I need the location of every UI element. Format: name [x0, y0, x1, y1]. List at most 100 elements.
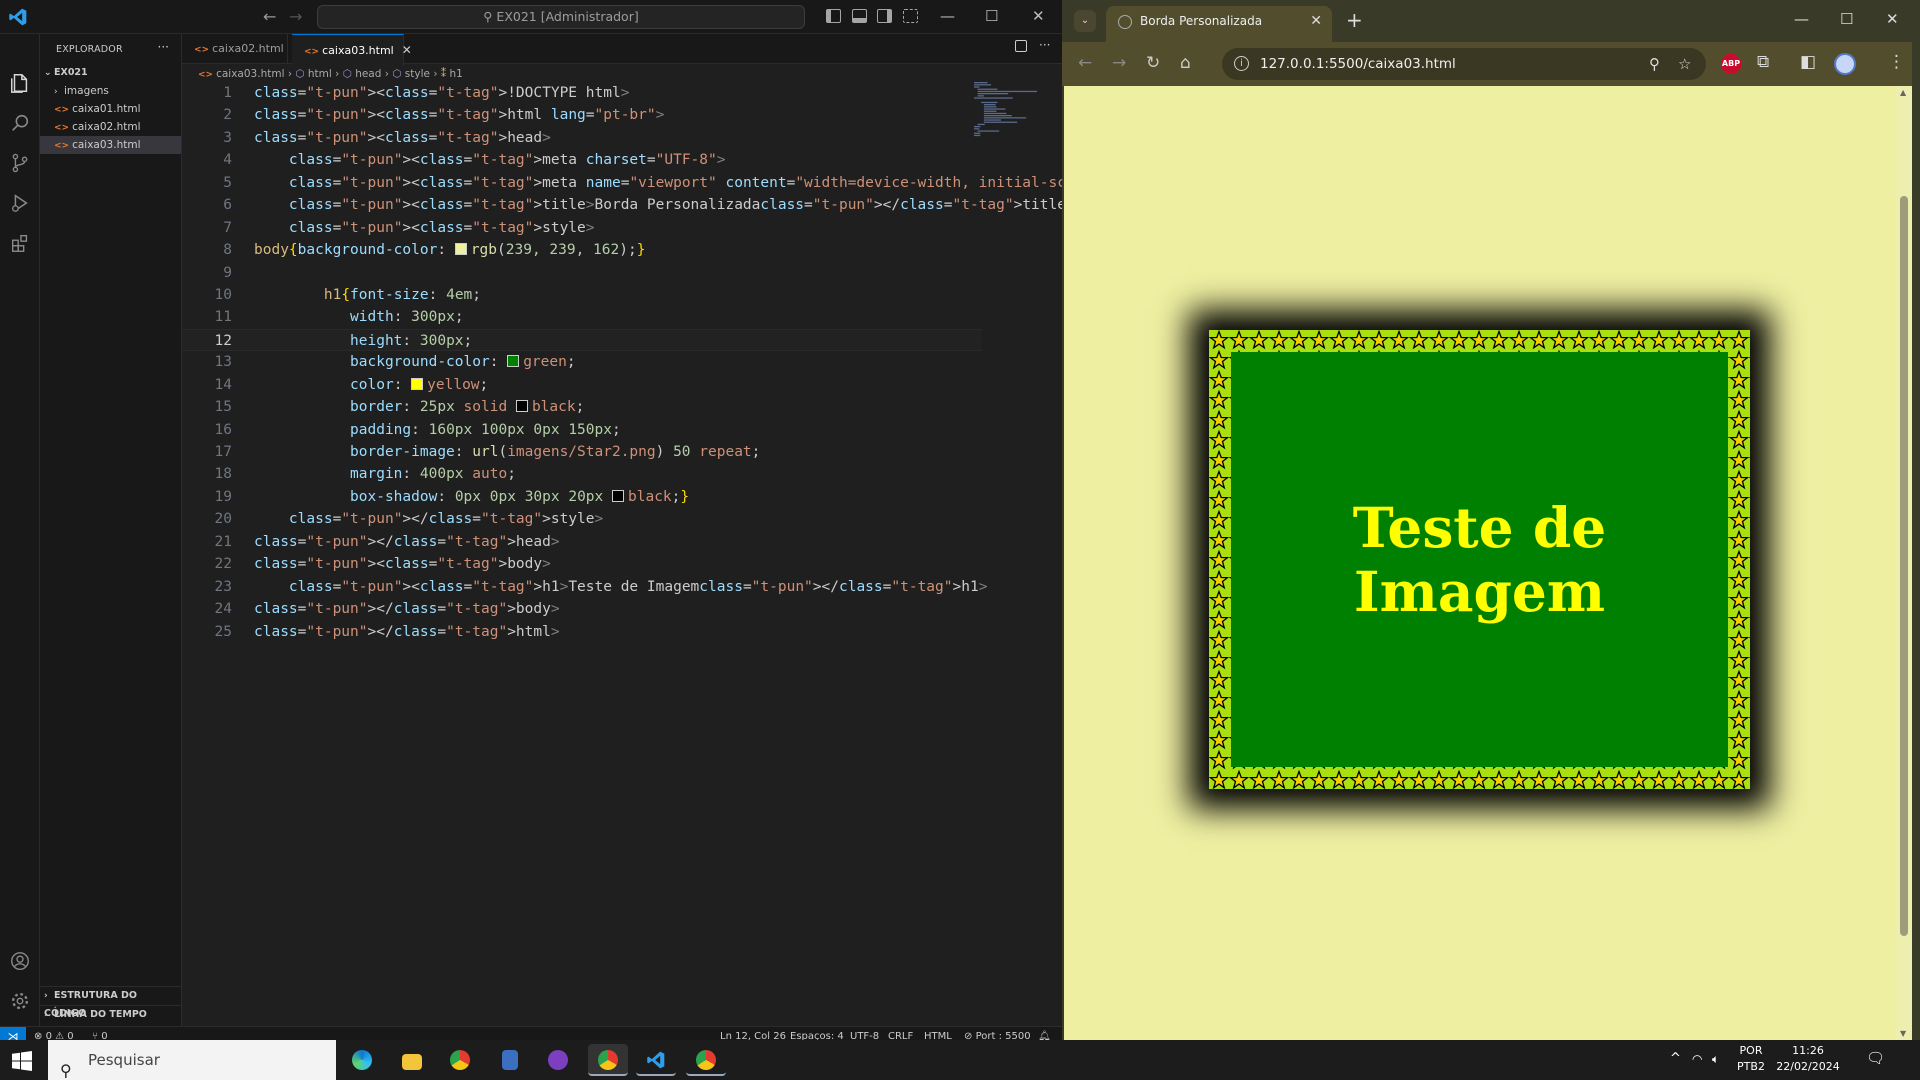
- breadcrumb-item[interactable]: head: [355, 68, 381, 80]
- language-indicator[interactable]: POR PTB2: [1736, 1044, 1766, 1074]
- account-icon[interactable]: [9, 950, 31, 972]
- code-line[interactable]: 15 border: 25px solid black;: [182, 396, 982, 418]
- toggle-secondary-sidebar-icon[interactable]: [877, 9, 892, 23]
- more-actions-icon[interactable]: ···: [158, 40, 169, 54]
- back-arrow-icon[interactable]: ←: [1078, 53, 1092, 73]
- code-line[interactable]: 21 class="t-pun"></class="t-tag">head>: [182, 531, 982, 553]
- customize-layout-icon[interactable]: [903, 9, 918, 23]
- adblock-plus-icon[interactable]: ABP: [1721, 54, 1741, 74]
- new-tab-button[interactable]: +: [1346, 8, 1363, 32]
- code-line[interactable]: 19 box-shadow: 0px 0px 30px 20px black;}: [182, 486, 982, 508]
- split-editor-icon[interactable]: [1015, 40, 1027, 52]
- code-line[interactable]: 11 width: 300px;: [182, 306, 982, 328]
- maximize-icon[interactable]: ☐: [1840, 10, 1853, 28]
- edge-app-icon[interactable]: [342, 1044, 382, 1076]
- volume-icon[interactable]: 🔈︎: [1712, 1052, 1719, 1066]
- chrome-app-icon[interactable]: [440, 1044, 480, 1076]
- scroll-up-icon[interactable]: ▲: [1900, 88, 1906, 97]
- windows-start-icon[interactable]: [12, 1051, 32, 1071]
- code-line[interactable]: 12 height: 300px;: [182, 328, 982, 352]
- file-explorer-app-icon[interactable]: [392, 1044, 432, 1076]
- outline-section[interactable]: › ESTRUTURA DO CÓDIGO: [40, 986, 181, 1019]
- notifications-icon[interactable]: 🗨︎: [1866, 1051, 1885, 1066]
- page-scrollbar[interactable]: ▲ ▼: [1896, 86, 1912, 1040]
- home-icon[interactable]: ⌂: [1180, 53, 1191, 73]
- code-line[interactable]: 13 background-color: green;: [182, 351, 982, 373]
- code-line[interactable]: 7 class="t-pun"><class="t-tag">style>: [182, 217, 982, 239]
- code-line[interactable]: 23 class="t-pun"><class="t-tag">h1>Teste…: [182, 576, 988, 598]
- more-actions-icon[interactable]: ···: [1039, 38, 1050, 52]
- zoom-icon[interactable]: ⚲: [1649, 48, 1660, 80]
- address-bar[interactable]: i 127.0.0.1:5500/caixa03.html ⚲ ☆: [1222, 48, 1706, 80]
- side-panel-icon[interactable]: ◧: [1800, 52, 1816, 72]
- code-line[interactable]: 17 border-image: url(imagens/Star2.png) …: [182, 441, 982, 463]
- scroll-thumb[interactable]: [1900, 196, 1908, 936]
- site-info-icon[interactable]: i: [1234, 56, 1249, 71]
- code-line[interactable]: 5 class="t-pun"><class="t-tag">meta name…: [182, 172, 1144, 194]
- extensions-icon[interactable]: ⧉: [1757, 52, 1769, 72]
- breadcrumb-item[interactable]: html: [308, 68, 332, 80]
- maximize-icon[interactable]: ☐: [985, 7, 998, 25]
- wifi-icon[interactable]: ◠: [1692, 1052, 1702, 1066]
- reload-icon[interactable]: ↻: [1146, 53, 1160, 73]
- minimize-icon[interactable]: —: [940, 7, 955, 25]
- tree-file-caixa02[interactable]: <> caixa02.html: [40, 118, 181, 136]
- code-line[interactable]: 8 body{background-color: rgb(239, 239, 16…: [182, 239, 982, 261]
- code-line[interactable]: 1 class="t-pun"><class="t-tag">!DOCTYPE h…: [182, 82, 982, 104]
- run-debug-icon[interactable]: [9, 192, 31, 214]
- forward-arrow-icon[interactable]: →: [1112, 53, 1126, 73]
- tree-file-caixa01[interactable]: <> caixa01.html: [40, 100, 181, 118]
- profile-avatar-icon[interactable]: [1834, 53, 1856, 75]
- code-line[interactable]: 20 class="t-pun"></class="t-tag">style>: [182, 508, 982, 530]
- gear-icon[interactable]: [9, 990, 31, 1012]
- code-line[interactable]: 3 class="t-pun"><class="t-tag">head>: [182, 127, 982, 149]
- command-center[interactable]: ⚲ EX021 [Administrador]: [317, 5, 805, 29]
- bookmark-star-icon[interactable]: ☆: [1678, 48, 1691, 80]
- tab-caixa03[interactable]: <> caixa03.html ✕: [292, 34, 412, 65]
- code-line[interactable]: 10 h1{font-size: 4em;: [182, 284, 982, 306]
- tab-caixa02[interactable]: <> caixa02.html: [182, 34, 288, 64]
- code-editor[interactable]: 1 class="t-pun"><class="t-tag">!DOCTYPE h…: [182, 82, 1145, 643]
- code-line[interactable]: 14 color: yellow;: [182, 374, 982, 396]
- chrome-app-icon-active[interactable]: [588, 1044, 628, 1076]
- clock[interactable]: 11:26 22/02/2024: [1770, 1044, 1846, 1074]
- chevron-up-icon[interactable]: ^: [1670, 1052, 1681, 1066]
- toggle-sidebar-icon[interactable]: [826, 9, 841, 23]
- code-line[interactable]: 18 margin: 400px auto;: [182, 463, 982, 485]
- kebab-menu-icon[interactable]: ⋮: [1888, 52, 1905, 72]
- scroll-down-icon[interactable]: ▼: [1900, 1029, 1906, 1038]
- calculator-app-icon[interactable]: [490, 1044, 530, 1076]
- breadcrumb-item[interactable]: style: [405, 68, 430, 80]
- toggle-panel-icon[interactable]: [852, 9, 867, 23]
- close-tab-icon[interactable]: ✕: [402, 43, 412, 57]
- close-icon[interactable]: ✕: [1886, 10, 1899, 28]
- breadcrumb-item[interactable]: h1: [449, 68, 462, 80]
- close-icon[interactable]: ✕: [1032, 7, 1045, 25]
- chrome-app-icon-2[interactable]: [686, 1044, 726, 1076]
- code-line[interactable]: 6 class="t-pun"><class="t-tag">title>Bor…: [182, 194, 1074, 216]
- breadcrumb-item[interactable]: caixa03.html: [216, 68, 284, 80]
- browser-tab[interactable]: Borda Personalizada ✕: [1106, 6, 1332, 42]
- close-tab-icon[interactable]: ✕: [1310, 6, 1322, 36]
- github-desktop-app-icon[interactable]: [538, 1044, 578, 1076]
- tree-file-caixa03[interactable]: <> caixa03.html: [40, 136, 181, 154]
- explorer-icon[interactable]: [9, 72, 31, 94]
- back-arrow-icon[interactable]: ←: [263, 7, 276, 26]
- code-line[interactable]: 2 class="t-pun"><class="t-tag">html lang=…: [182, 104, 982, 126]
- timeline-section[interactable]: › LINHA DO TEMPO: [40, 1005, 181, 1023]
- source-control-icon[interactable]: [9, 152, 31, 174]
- code-line[interactable]: 22 class="t-pun"><class="t-tag">body>: [182, 553, 982, 575]
- code-line[interactable]: 24 class="t-pun"></class="t-tag">body>: [182, 598, 982, 620]
- tree-folder-imagens[interactable]: › imagens: [40, 82, 181, 100]
- search-icon[interactable]: [9, 112, 31, 134]
- extensions-icon[interactable]: [9, 232, 31, 254]
- forward-arrow-icon[interactable]: →: [289, 7, 302, 26]
- minimize-icon[interactable]: —: [1794, 10, 1809, 28]
- tab-search-icon[interactable]: ⌄: [1074, 10, 1096, 32]
- taskbar-search[interactable]: ⚲ Pesquisar: [48, 1040, 336, 1080]
- code-line[interactable]: 16 padding: 160px 100px 0px 150px;: [182, 419, 982, 441]
- vscode-app-icon[interactable]: [636, 1044, 676, 1076]
- code-line[interactable]: 25 class="t-pun"></class="t-tag">html>: [182, 621, 982, 643]
- minimap[interactable]: [974, 82, 1044, 142]
- code-line[interactable]: 9: [182, 262, 982, 284]
